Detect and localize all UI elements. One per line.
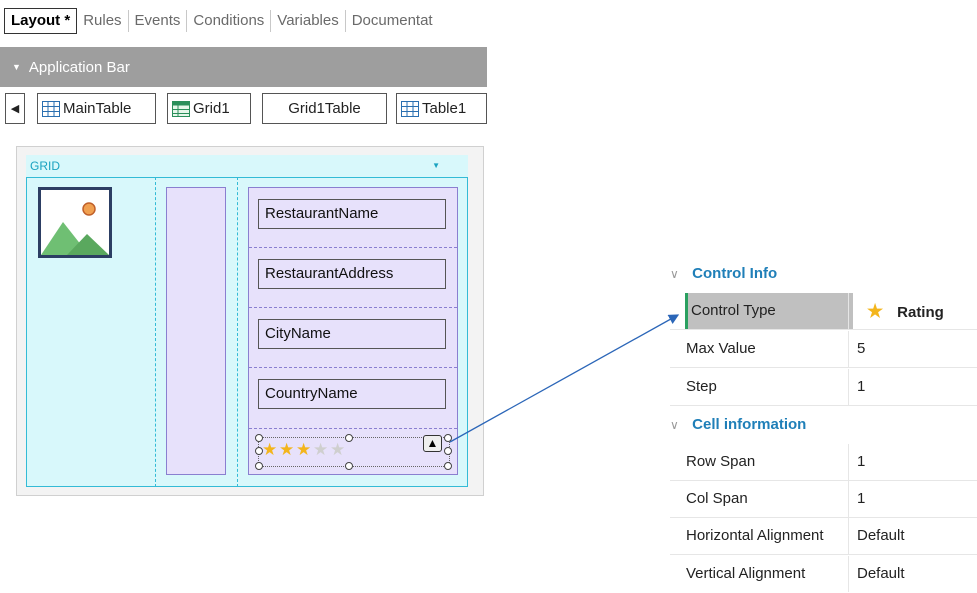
grid-column-divider: [237, 177, 238, 487]
star-filled-icon: ★: [296, 440, 312, 459]
property-name: Horizontal Alignment: [686, 527, 824, 544]
property-value[interactable]: ★ Rating: [848, 293, 977, 329]
star-filled-icon: ★: [262, 440, 278, 459]
row-divider: [249, 367, 457, 368]
property-row-row-span[interactable]: Row Span 1: [670, 444, 977, 481]
property-name: Max Value: [686, 340, 756, 357]
section-control-info[interactable]: ∨ Control Info: [670, 255, 977, 292]
resize-handle[interactable]: [255, 462, 263, 470]
grid-header[interactable]: GRID ▼: [26, 155, 468, 177]
property-row-horizontal-alignment[interactable]: Horizontal Alignment Default: [670, 518, 977, 555]
property-row-step[interactable]: Step 1: [670, 369, 977, 406]
property-name: Vertical Alignment: [686, 565, 806, 582]
tab-rules[interactable]: Rules: [77, 10, 129, 32]
grid-cell-table[interactable]: [166, 187, 226, 475]
breadcrumb-label: Grid1: [193, 100, 230, 117]
caret-down-icon: ▼: [12, 62, 21, 72]
chevron-down-icon: ∨: [670, 418, 679, 432]
properties-panel: ∨ Control Info Control Type ★ Rating Max …: [670, 250, 977, 592]
breadcrumb-label: Table1: [422, 100, 467, 117]
breadcrumb-item-maintable[interactable]: MainTable: [37, 93, 156, 124]
table-icon: [42, 100, 60, 117]
chevron-down-icon: ∨: [670, 267, 679, 281]
section-title: Cell information: [692, 416, 807, 433]
grid-column-divider: [155, 177, 156, 487]
breadcrumb-label: Grid1Table: [288, 100, 361, 117]
row-divider: [249, 307, 457, 308]
property-name: Col Span: [686, 490, 748, 507]
arrow-up-icon: ▲: [426, 436, 439, 450]
star-icon: ★: [867, 301, 884, 321]
field-city-name[interactable]: CityName: [258, 319, 446, 349]
property-row-vertical-alignment[interactable]: Vertical Alignment Default: [670, 556, 977, 593]
property-value-text: Rating: [897, 304, 944, 321]
star-empty-icon: ★: [313, 440, 329, 459]
connector-arrow: [449, 314, 680, 443]
property-value[interactable]: Default: [848, 556, 977, 592]
property-value[interactable]: 5: [848, 331, 977, 367]
table-icon: [401, 100, 419, 117]
property-name: Row Span: [686, 453, 756, 470]
application-bar-label: Application Bar: [28, 58, 130, 76]
resize-handle[interactable]: [444, 462, 452, 470]
property-value[interactable]: Default: [848, 518, 977, 554]
breadcrumb-item-table1[interactable]: Table1: [396, 93, 487, 124]
property-row-control-type[interactable]: Control Type ★ Rating: [670, 293, 977, 330]
application-bar[interactable]: ▼ Application Bar: [0, 47, 487, 87]
grid-header-label: GRID: [30, 159, 60, 173]
section-title: Control Info: [692, 265, 778, 282]
breadcrumb-item-grid1[interactable]: Grid1: [167, 93, 251, 124]
star-empty-icon: ★: [330, 440, 346, 459]
tab-documentation[interactable]: Documentat: [346, 10, 439, 32]
property-value[interactable]: 1: [848, 444, 977, 480]
image-placeholder-icon[interactable]: [38, 187, 112, 258]
star-filled-icon: ★: [279, 440, 295, 459]
property-name: Step: [686, 378, 717, 395]
row-divider: [249, 247, 457, 248]
breadcrumb: ◀ MainTable Grid1 Grid1Table Table1: [0, 93, 487, 127]
property-value[interactable]: 1: [848, 369, 977, 405]
breadcrumb-label: MainTable: [63, 100, 132, 117]
caret-down-icon[interactable]: ▼: [432, 155, 440, 177]
resize-handle[interactable]: [345, 434, 353, 442]
field-restaurant-name[interactable]: RestaurantName: [258, 199, 446, 229]
resize-handle[interactable]: [345, 462, 353, 470]
tab-layout[interactable]: Layout *: [4, 8, 78, 34]
chevron-left-icon: ◀: [10, 103, 20, 115]
row-divider: [249, 428, 457, 429]
field-restaurant-address[interactable]: RestaurantAddress: [258, 259, 446, 289]
tab-events[interactable]: Events: [129, 10, 188, 32]
property-row-max-value[interactable]: Max Value 5: [670, 331, 977, 368]
section-cell-information[interactable]: ∨ Cell information: [670, 406, 977, 443]
property-value[interactable]: 1: [848, 481, 977, 517]
property-row-col-span[interactable]: Col Span 1: [670, 481, 977, 518]
picture-icon: [41, 190, 109, 255]
tab-conditions[interactable]: Conditions: [187, 10, 272, 32]
tab-bar: Layout * Rules Events Conditions Variabl…: [0, 0, 487, 42]
scroll-left-button[interactable]: ◀: [5, 93, 25, 124]
grid-icon: [172, 100, 190, 117]
breadcrumb-item-grid1table[interactable]: Grid1Table: [262, 93, 387, 124]
property-name: Control Type: [685, 293, 853, 329]
field-country-name[interactable]: CountryName: [258, 379, 446, 409]
tab-variables[interactable]: Variables: [271, 10, 346, 32]
